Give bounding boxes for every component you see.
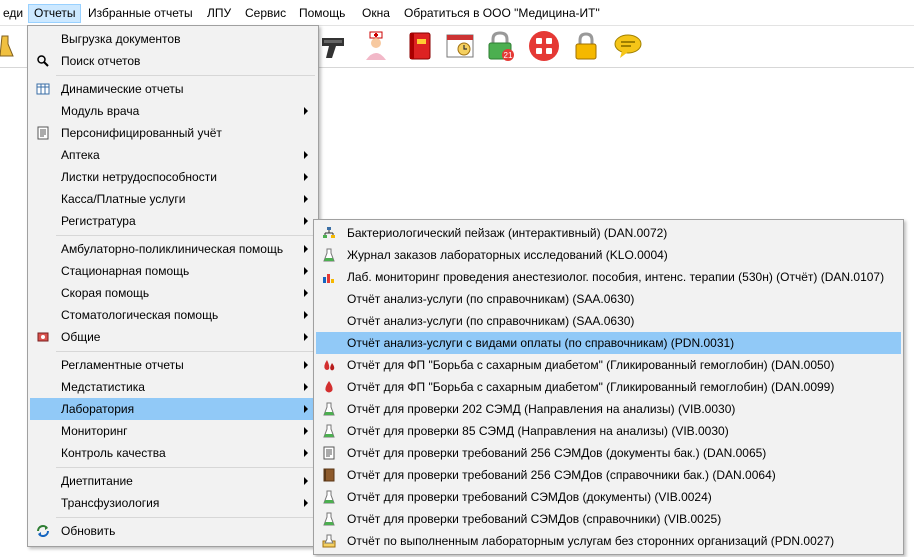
submenu-arrow-icon <box>304 449 308 457</box>
flask-icon <box>323 424 335 438</box>
menu-item-regulatory-reports[interactable]: Регламентные отчеты <box>30 354 316 376</box>
menubar-item-edit[interactable]: еди <box>0 4 28 23</box>
submenu-arrow-icon <box>304 217 308 225</box>
menu-item-dental-care[interactable]: Стоматологическая помощь <box>30 304 316 326</box>
menu-item-diet-nutrition[interactable]: Диетпитание <box>30 470 316 492</box>
menu-item-quality-control[interactable]: Контроль качества <box>30 442 316 464</box>
submenu-arrow-icon <box>304 427 308 435</box>
submenu-arrow-icon <box>304 477 308 485</box>
badge-count: 21 <box>504 51 513 60</box>
menu-separator <box>56 517 315 518</box>
submenu-arrow-icon <box>304 311 308 319</box>
nurse-icon[interactable] <box>360 30 392 62</box>
submenu-arrow-icon <box>304 107 308 115</box>
menu-separator <box>56 351 315 352</box>
laboratory-submenu: Бактериологический пейзаж (интерактивный… <box>313 219 904 555</box>
book-icon <box>323 468 335 482</box>
submenu-arrow-icon <box>304 383 308 391</box>
chart-flask-icon <box>323 274 334 283</box>
flask-icon <box>323 512 335 526</box>
lab-report-item[interactable]: Отчёт для проверки требований СЭМДов (до… <box>316 486 901 508</box>
lab-report-item[interactable]: Отчёт для проверки требований 256 СЭМДов… <box>316 442 901 464</box>
menu-item-medical-statistics[interactable]: Медстатистика <box>30 376 316 398</box>
submenu-arrow-icon <box>304 289 308 297</box>
menu-item-transfusiology[interactable]: Трансфузиология <box>30 492 316 514</box>
document-icon <box>323 446 335 460</box>
refresh-icon <box>37 525 49 537</box>
lab-report-item[interactable]: Отчёт анализ-услуги (по справочникам) (S… <box>316 310 901 332</box>
lab-report-item[interactable]: Отчёт для ФП "Борьба с сахарным диабетом… <box>316 354 901 376</box>
menu-item-dynamic-reports[interactable]: Динамические отчеты <box>30 78 316 100</box>
menu-item-sick-leave[interactable]: Листки нетрудоспособности <box>30 166 316 188</box>
gear-icon <box>37 332 49 342</box>
network-icon <box>323 227 335 238</box>
menu-item-refresh[interactable]: Обновить <box>30 520 316 542</box>
menubar-item-contact[interactable]: Обратиться в ООО "Медицина-ИТ" <box>399 4 605 23</box>
submenu-arrow-icon <box>304 195 308 203</box>
document-icon <box>37 126 49 140</box>
flask-icon <box>323 248 335 262</box>
menu-separator <box>56 75 315 76</box>
menubar-item-help[interactable]: Помощь <box>294 4 350 23</box>
menubar-item-service[interactable]: Сервис <box>240 4 291 23</box>
flask-icon <box>323 402 335 416</box>
menu-item-personalized-accounting[interactable]: Персонифицированный учёт <box>30 122 316 144</box>
red-book-icon[interactable] <box>404 30 436 62</box>
submenu-arrow-icon <box>304 499 308 507</box>
lab-report-item[interactable]: Отчёт для проверки 85 СЭМД (Направления … <box>316 420 901 442</box>
submenu-arrow-icon <box>304 245 308 253</box>
menu-item-outpatient-care[interactable]: Амбулаторно-поликлиническая помощь <box>30 238 316 260</box>
menubar-item-lpu[interactable]: ЛПУ <box>202 4 236 23</box>
menu-separator <box>56 235 315 236</box>
menubar-item-reports[interactable]: Отчеты <box>28 4 82 23</box>
apps-icon[interactable] <box>528 30 560 62</box>
blood-drop-icon <box>324 360 335 371</box>
lab-report-item[interactable]: Отчёт для ФП "Борьба с сахарным диабетом… <box>316 376 901 398</box>
menu-item-laboratory[interactable]: Лаборатория <box>30 398 316 420</box>
menu-item-emergency-care[interactable]: Скорая помощь <box>30 282 316 304</box>
flask-icon[interactable] <box>0 30 14 62</box>
menu-item-doctor-module[interactable]: Модуль врача <box>30 100 316 122</box>
submenu-arrow-icon <box>304 267 308 275</box>
menubar-item-windows[interactable]: Окна <box>357 4 395 23</box>
lab-report-item[interactable]: Бактериологический пейзаж (интерактивный… <box>316 222 901 244</box>
flask-box-icon <box>322 534 336 548</box>
lab-report-item[interactable]: Отчёт по выполненным лабораторным услуга… <box>316 530 901 552</box>
blood-drop-icon <box>325 381 333 393</box>
menubar-item-favorite-reports[interactable]: Избранные отчеты <box>83 4 198 23</box>
submenu-arrow-icon <box>304 361 308 369</box>
lab-report-item[interactable]: Журнал заказов лабораторных исследований… <box>316 244 901 266</box>
menu-item-general[interactable]: Общие <box>30 326 316 348</box>
table-icon <box>36 83 50 95</box>
calendar-window-icon[interactable] <box>444 30 476 62</box>
lab-report-item[interactable]: Отчёт анализ-услуги с видами оплаты (по … <box>316 332 901 354</box>
menu-item-search-reports[interactable]: Поиск отчетов <box>30 50 316 72</box>
barcode-scanner-icon[interactable] <box>318 30 350 62</box>
menu-item-cashier-paid-services[interactable]: Касса/Платные услуги <box>30 188 316 210</box>
menu-separator <box>56 467 315 468</box>
menu-item-inpatient-care[interactable]: Стационарная помощь <box>30 260 316 282</box>
message-icon[interactable] <box>612 30 644 62</box>
submenu-arrow-icon <box>304 173 308 181</box>
menu-item-export-documents[interactable]: Выгрузка документов <box>30 28 316 50</box>
reports-menu: Выгрузка документов Поиск отчетов Динами… <box>27 25 319 547</box>
menu-item-monitoring[interactable]: Мониторинг <box>30 420 316 442</box>
search-icon <box>37 55 49 67</box>
menu-item-pharmacy[interactable]: Аптека <box>30 144 316 166</box>
menu-item-registry[interactable]: Регистратура <box>30 210 316 232</box>
padlock-icon[interactable] <box>570 30 602 62</box>
flask-icon <box>323 490 335 504</box>
lock-badge-icon[interactable]: 21 <box>484 30 516 62</box>
lab-report-item[interactable]: Отчёт для проверки требований СЭМДов (сп… <box>316 508 901 530</box>
lab-report-item[interactable]: Отчёт анализ-услуги (по справочникам) (S… <box>316 288 901 310</box>
submenu-arrow-icon <box>304 151 308 159</box>
lab-report-item[interactable]: Лаб. мониторинг проведения анестезиолог.… <box>316 266 901 288</box>
submenu-arrow-icon <box>304 405 308 413</box>
menu-bar: еди Отчеты Избранные отчеты ЛПУ Сервис П… <box>0 0 914 26</box>
lab-report-item[interactable]: Отчёт для проверки 202 СЭМД (Направления… <box>316 398 901 420</box>
lab-report-item[interactable]: Отчёт для проверки требований 256 СЭМДов… <box>316 464 901 486</box>
submenu-arrow-icon <box>304 333 308 341</box>
